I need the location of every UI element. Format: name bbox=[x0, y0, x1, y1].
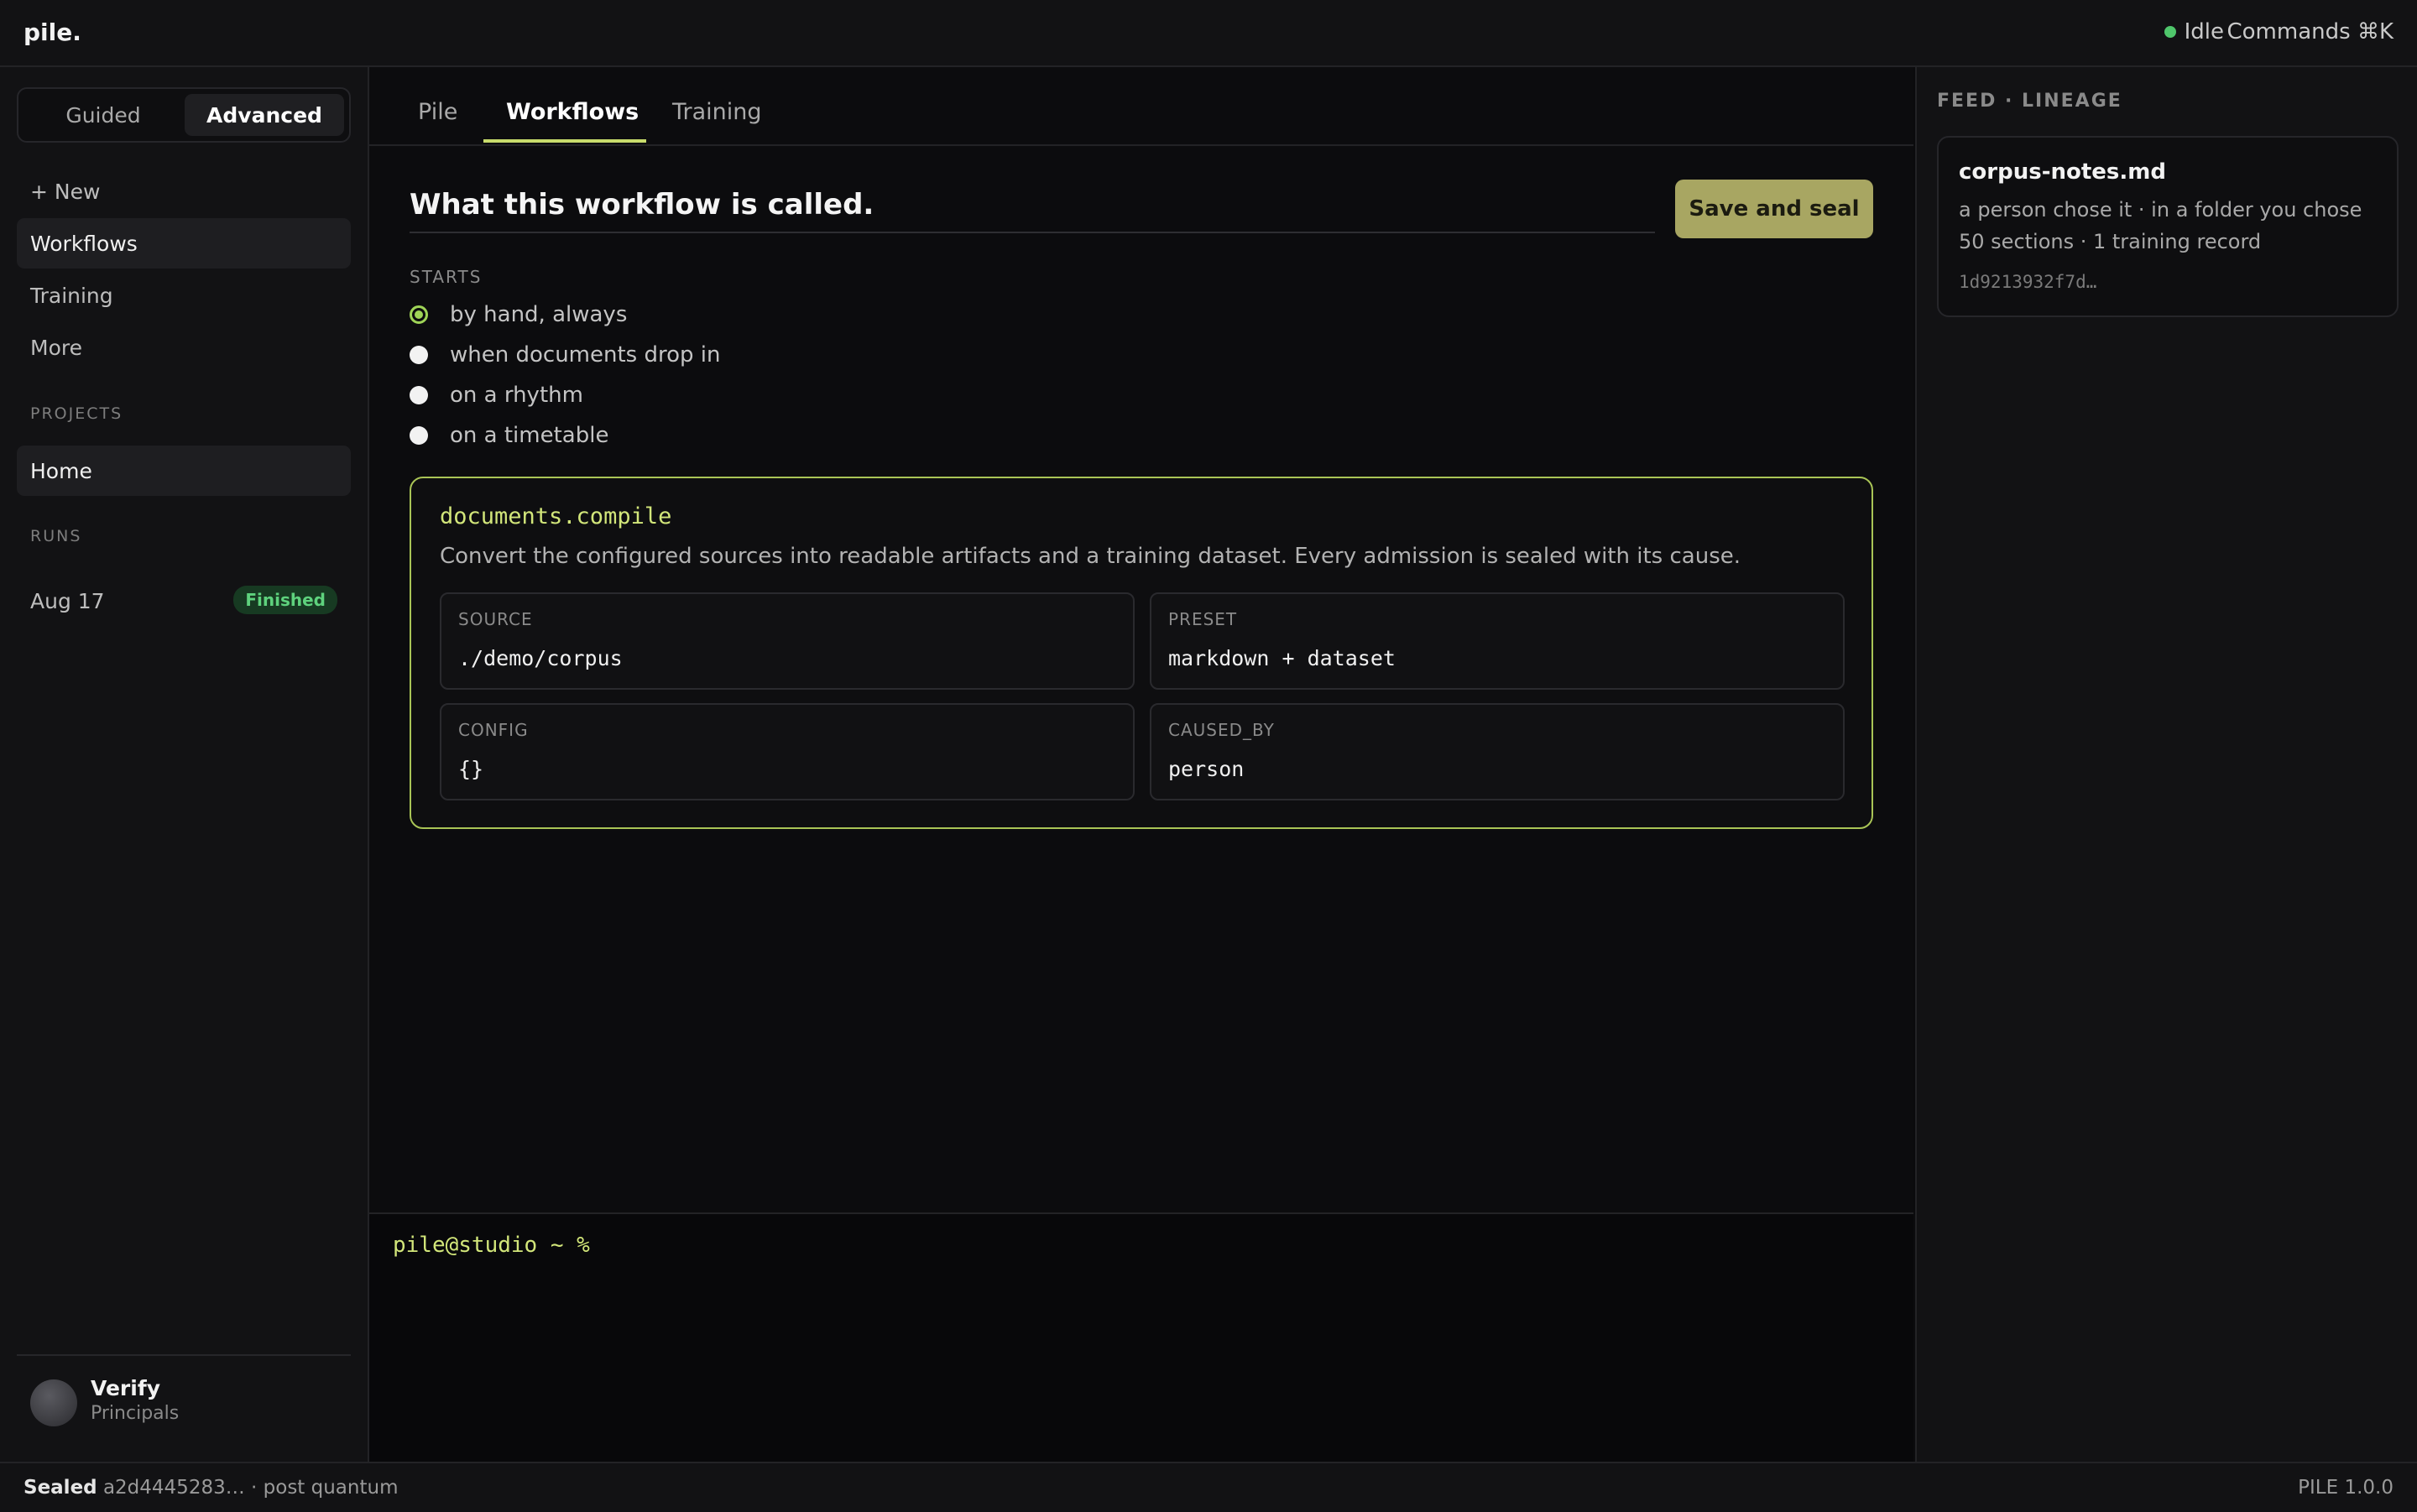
tab-training[interactable]: Training bbox=[672, 99, 762, 125]
lineage-card[interactable]: corpus-notes.md a person chose it · in a… bbox=[1937, 136, 2399, 317]
lineage-provenance: a person chose it · in a folder you chos… bbox=[1959, 198, 2362, 222]
field-label: PRESET bbox=[1168, 609, 1238, 629]
sealed-hash: a2d4445283… · post quantum bbox=[102, 1477, 399, 1499]
field-value: {} bbox=[458, 757, 484, 781]
step-name: documents.compile bbox=[440, 503, 672, 529]
starts-heading: STARTS bbox=[410, 267, 483, 287]
app-logo: pile. bbox=[23, 18, 81, 46]
terminal-prompt: pile@studio ~ % bbox=[393, 1233, 590, 1258]
status-dot-icon bbox=[2164, 26, 2176, 38]
start-option-documents-drop[interactable]: when documents drop in bbox=[410, 342, 720, 368]
sidebar-item-more[interactable]: More bbox=[17, 322, 351, 373]
feed-panel: FEED · LINEAGE corpus-notes.md a person … bbox=[1915, 67, 2417, 1462]
sidebar-item-training[interactable]: Training bbox=[17, 270, 351, 321]
start-option-label: when documents drop in bbox=[450, 342, 721, 368]
mode-toggle: Guided Advanced bbox=[17, 87, 351, 143]
user-role: Principals bbox=[91, 1403, 180, 1424]
feed-heading: FEED · LINEAGE bbox=[1937, 91, 2122, 112]
tab-workflows[interactable]: Workflows bbox=[506, 99, 639, 125]
sidebar-item-home[interactable]: Home bbox=[17, 446, 351, 496]
terminal-panel[interactable]: pile@studio ~ % bbox=[369, 1212, 1913, 1463]
start-option-label: on a timetable bbox=[450, 423, 609, 448]
sidebar-divider bbox=[17, 1354, 351, 1356]
start-option-label: on a rhythm bbox=[450, 383, 583, 408]
sidebar: Guided Advanced + New Workflows Training… bbox=[0, 67, 369, 1462]
sealed-label: Sealed bbox=[23, 1477, 97, 1499]
field-value: person bbox=[1168, 757, 1245, 781]
main-panel: Pile Workflows Training What this workfl… bbox=[369, 67, 1913, 1212]
avatar[interactable] bbox=[30, 1379, 77, 1426]
start-option-timetable[interactable]: on a timetable bbox=[410, 423, 608, 448]
lineage-hash: 1d9213932f7d… bbox=[1959, 272, 2097, 292]
seal-info: Sealed a2d4445283… · post quantum bbox=[23, 1477, 398, 1499]
caused-by-field[interactable]: CAUSED_BY person bbox=[1150, 703, 1845, 800]
radio-icon[interactable] bbox=[410, 346, 428, 364]
projects-heading: PROJECTS bbox=[30, 404, 123, 423]
sidebar-item-new[interactable]: + New bbox=[17, 166, 351, 216]
workflow-title-input[interactable]: What this workflow is called. bbox=[410, 188, 874, 222]
status-text: Idle bbox=[2184, 19, 2224, 44]
top-bar: pile. Idle Commands ⌘K bbox=[0, 0, 2417, 67]
workflow-step-card[interactable]: documents.compile Convert the configured… bbox=[410, 477, 1873, 829]
mode-advanced-button[interactable]: Advanced bbox=[185, 94, 344, 136]
run-status-badge: Finished bbox=[233, 586, 337, 614]
title-underline bbox=[410, 232, 1655, 233]
field-label: SOURCE bbox=[458, 609, 533, 629]
sidebar-item-workflows[interactable]: Workflows bbox=[17, 218, 351, 269]
user-name[interactable]: Verify bbox=[91, 1376, 160, 1400]
save-and-seal-button[interactable]: Save and seal bbox=[1675, 180, 1873, 238]
run-date: Aug 17 bbox=[30, 588, 105, 613]
active-tab-indicator bbox=[483, 139, 646, 143]
radio-selected-icon[interactable] bbox=[410, 305, 428, 324]
field-value: markdown + dataset bbox=[1168, 646, 1396, 670]
lineage-file-name: corpus-notes.md bbox=[1959, 159, 2166, 185]
status-bar: Sealed a2d4445283… · post quantum PILE 1… bbox=[0, 1462, 2417, 1512]
radio-icon[interactable] bbox=[410, 386, 428, 404]
field-label: CONFIG bbox=[458, 720, 529, 740]
lineage-stats: 50 sections · 1 training record bbox=[1959, 230, 2262, 253]
tab-pile[interactable]: Pile bbox=[418, 99, 457, 125]
radio-icon[interactable] bbox=[410, 426, 428, 445]
tab-bar: Pile Workflows Training bbox=[369, 67, 1913, 146]
start-option-label: by hand, always bbox=[450, 302, 628, 327]
runs-heading: RUNS bbox=[30, 527, 82, 545]
field-value: ./demo/corpus bbox=[458, 646, 623, 670]
commands-button[interactable]: Commands ⌘K bbox=[2227, 19, 2394, 44]
start-option-by-hand[interactable]: by hand, always bbox=[410, 302, 627, 327]
version-label: PILE 1.0.0 bbox=[2298, 1477, 2394, 1499]
step-description: Convert the configured sources into read… bbox=[440, 544, 1741, 569]
preset-field[interactable]: PRESET markdown + dataset bbox=[1150, 592, 1845, 690]
field-label: CAUSED_BY bbox=[1168, 720, 1275, 740]
config-field[interactable]: CONFIG {} bbox=[440, 703, 1135, 800]
source-field[interactable]: SOURCE ./demo/corpus bbox=[440, 592, 1135, 690]
mode-guided-button[interactable]: Guided bbox=[23, 94, 183, 136]
start-option-rhythm[interactable]: on a rhythm bbox=[410, 383, 583, 408]
status-indicator: Idle bbox=[2164, 19, 2224, 44]
